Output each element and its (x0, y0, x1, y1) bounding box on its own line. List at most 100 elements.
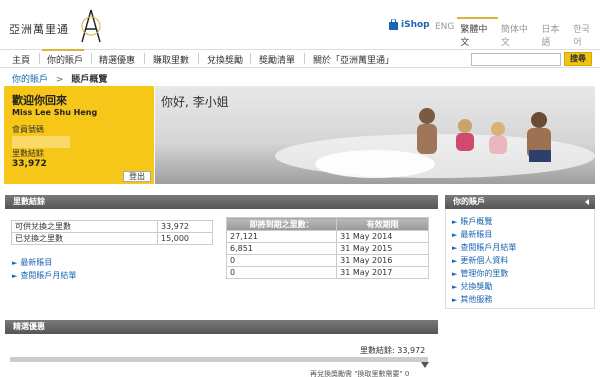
offers-miles-balance: 里數結餘: 33,972 (360, 346, 426, 355)
miles-balance-header: 里數結餘 (5, 195, 438, 209)
bullet-icon: ► (452, 257, 458, 265)
table-row: 已兌換之里數 15,000 (11, 232, 213, 245)
sidebar-title: 你的賬戶 (453, 197, 485, 206)
lang-korean[interactable]: 한국어 (570, 22, 600, 48)
balance-available-label: 可供兌換之里數 (11, 220, 158, 233)
search-button[interactable]: 搜尋 (564, 52, 592, 66)
nav-divider (304, 53, 305, 64)
miles-balance-label: 里數結餘 (12, 149, 44, 158)
lang-english[interactable]: ENG (432, 22, 457, 48)
sidebar-item-label: 兌換獎勵 (460, 282, 493, 291)
table-row: 0 31 May 2016 (225, 254, 429, 267)
nav-divider (39, 53, 40, 64)
collapse-arrow-icon[interactable] (585, 199, 589, 205)
page: 亞洲萬里通 iShop ENG 繁體中文 簡体中文 日本語 한국어 主頁 你的賬… (0, 0, 600, 377)
bullet-icon: ► (452, 231, 458, 239)
sidebar-item-label: 最新賬目 (460, 230, 493, 239)
breadcrumb-separator: > (55, 75, 64, 85)
expiry-date: 31 May 2015 (336, 242, 429, 255)
expiry-miles: 0 (225, 266, 338, 279)
nav-divider (250, 53, 251, 64)
link-label: 最新賬目 (20, 258, 53, 267)
member-number-label: 會員號碼 (12, 125, 44, 134)
featured-offers-title: 精選優惠 (13, 322, 45, 331)
sidebar-item-account-overview[interactable]: ► 賬戶概覽 (452, 216, 492, 227)
sidebar-item-label: 查閱賬戶月結單 (460, 243, 517, 252)
expiry-date: 31 May 2016 (336, 254, 429, 267)
bullet-icon: ► (452, 218, 458, 226)
expiry-date-header: 有效期限 (336, 217, 429, 231)
search-input[interactable] (471, 53, 561, 66)
expiry-miles-header: 即將到期之里數： (225, 217, 338, 231)
bullet-icon: ► (452, 270, 458, 278)
lang-traditional-chinese[interactable]: 繁體中文 (457, 17, 498, 48)
monthly-statement-link[interactable]: ► 查閱賬戶月結單 (12, 270, 76, 281)
nav-item-about[interactable]: 關於「亞洲萬里通」 (313, 53, 394, 66)
nav-item-rewards-list[interactable]: 獎勵清單 (259, 53, 295, 66)
hero-banner-image: 你好, 李小姐 (155, 86, 595, 184)
sidebar-item-monthly-statement[interactable]: ► 查閱賬戶月結單 (452, 242, 516, 253)
main-nav: 主頁 你的賬戶 精選優惠 賺取里數 兌換獎勵 獎勵清單 關於「亞洲萬里通」 搜尋 (0, 49, 600, 68)
balance-table: 可供兌換之里數 33,972 已兌換之里數 15,000 (11, 220, 213, 245)
nav-item-your-account[interactable]: 你的賬戶 (47, 53, 83, 66)
progress-marker-icon (421, 362, 429, 368)
welcome-heading: 歡迎你回來 (12, 94, 67, 107)
latest-statement-link[interactable]: ► 最新賬目 (12, 257, 52, 268)
bullet-icon: ► (12, 259, 18, 267)
expiry-date: 31 May 2017 (336, 266, 429, 279)
asia-miles-logo-icon[interactable] (79, 9, 103, 43)
logo-text[interactable]: 亞洲萬里通 (9, 21, 69, 37)
site-header: 亞洲萬里通 iShop ENG 繁體中文 簡体中文 日本語 한국어 (0, 0, 600, 48)
nav-active-indicator (42, 49, 84, 51)
nav-item-home[interactable]: 主頁 (12, 53, 30, 66)
expiry-miles: 0 (225, 254, 338, 267)
member-name: Miss Lee Shu Heng (12, 108, 98, 117)
link-label: 查閱賬戶月結單 (20, 271, 77, 280)
expiry-miles: 6,851 (225, 242, 338, 255)
nav-divider (91, 53, 92, 64)
miles-balance-title: 里數結餘 (13, 197, 45, 206)
logout-button[interactable]: 登出 (123, 171, 151, 182)
expiry-date: 31 May 2014 (336, 230, 429, 243)
breadcrumb: 你的賬戶 > 賬戶概覽 (12, 72, 107, 85)
table-row: 可供兌換之里數 33,972 (11, 220, 213, 233)
balance-redeemed-label: 已兌換之里數 (11, 232, 158, 245)
lang-japanese[interactable]: 日本語 (538, 22, 570, 48)
sidebar-item-label: 更新個人資料 (460, 256, 509, 265)
balance-redeemed-value: 15,000 (157, 232, 213, 245)
breadcrumb-parent[interactable]: 你的賬戶 (12, 75, 48, 85)
sidebar-item-update-profile[interactable]: ► 更新個人資料 (452, 255, 508, 266)
sidebar-item-redeem[interactable]: ► 兌換獎勵 (452, 281, 492, 292)
table-row: 0 31 May 2017 (225, 266, 429, 279)
bullet-icon: ► (12, 272, 18, 280)
offers-progress-text: 再兌換獎勵需 "換取里數需要" 0 (310, 370, 410, 377)
nav-item-earn-miles[interactable]: 賺取里數 (153, 53, 189, 66)
bullet-icon: ► (452, 283, 458, 291)
table-row: 6,851 31 May 2015 (225, 242, 429, 255)
member-number-redacted (12, 136, 70, 148)
sidebar-item-other-services[interactable]: ► 其他服務 (452, 294, 492, 305)
sidebar-item-label: 其他服務 (460, 295, 493, 304)
sidebar-header: 你的賬戶 (445, 195, 595, 209)
ishop-label: iShop (401, 20, 430, 30)
language-switcher: ENG 繁體中文 簡体中文 日本語 한국어 (432, 17, 600, 48)
nav-divider (144, 53, 145, 64)
ishop-link[interactable]: iShop (388, 19, 430, 31)
nav-divider (198, 53, 199, 64)
nav-item-redeem[interactable]: 兌換獎勵 (207, 53, 243, 66)
lang-simplified-chinese[interactable]: 簡体中文 (498, 22, 538, 48)
miles-progress-bar (10, 357, 428, 362)
sidebar-item-latest-statement[interactable]: ► 最新賬目 (452, 229, 492, 240)
sidebar-item-label: 管理你的里數 (460, 269, 509, 278)
table-row: 27,121 31 May 2014 (225, 230, 429, 243)
table-header-row: 即將到期之里數： 有效期限 (225, 217, 429, 231)
nav-item-featured-offers[interactable]: 精選優惠 (99, 53, 135, 66)
expiry-table: 即將到期之里數： 有效期限 27,121 31 May 2014 6,851 3… (225, 217, 429, 279)
shopping-bag-icon (389, 19, 398, 30)
miles-balance-value: 33,972 (12, 159, 47, 169)
sidebar-item-manage-miles[interactable]: ► 管理你的里數 (452, 268, 508, 279)
balance-available-value: 33,972 (157, 220, 213, 233)
bullet-icon: ► (452, 244, 458, 252)
sidebar-item-label: 賬戶概覽 (460, 217, 493, 226)
bullet-icon: ► (452, 296, 458, 304)
